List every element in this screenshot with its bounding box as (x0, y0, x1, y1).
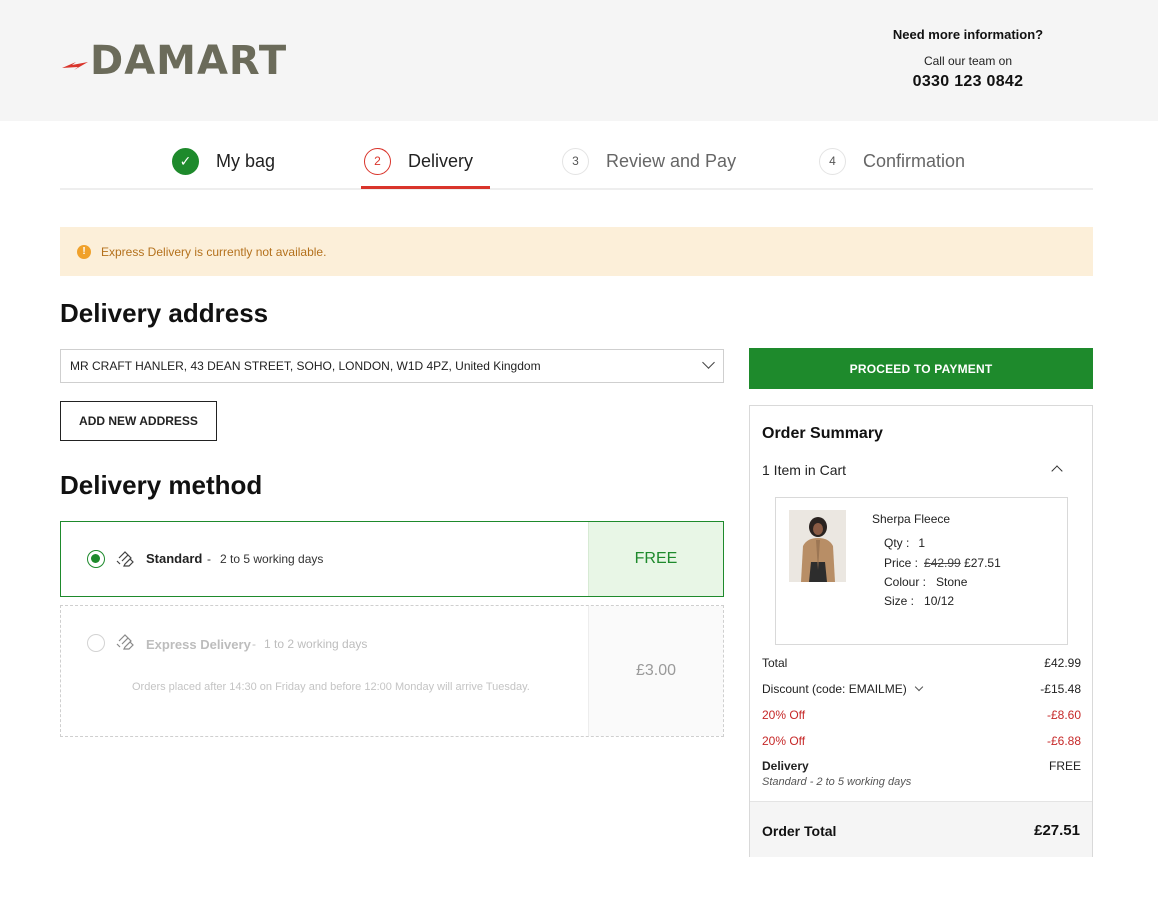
order-summary-title: Order Summary (762, 425, 883, 442)
promo-label: 20% Off (762, 734, 806, 748)
step-number: 2 (364, 147, 391, 175)
order-total-label: Order Total (762, 823, 837, 839)
step-label: Delivery (408, 150, 474, 171)
site-header: DAMART Need more information? Call our t… (0, 0, 1158, 121)
order-total: Order Total £27.51 (750, 801, 1092, 857)
check-icon: ✓ (172, 147, 199, 175)
step-label: Review and Pay (606, 150, 737, 171)
order-summary: Order Summary 1 Item in Cart Sherpa Flee… (749, 405, 1093, 857)
step-review-and-pay: 3 Review and Pay (562, 146, 736, 176)
promo-line: 20% Off -£8.60 (762, 708, 1081, 722)
delivery-address-heading: Delivery address (60, 298, 269, 328)
promo-value: -£8.60 (1046, 708, 1081, 722)
total-line: Total £42.99 (762, 656, 1081, 670)
cart-count: 1 Item in Cart (762, 462, 847, 478)
size-label: Size : (884, 594, 915, 608)
product-image (789, 510, 846, 582)
delivery-value: FREE (1048, 759, 1081, 773)
delivery-label: Delivery (762, 759, 809, 773)
item-name: Sherpa Fleece (872, 512, 951, 526)
item-price: Price : £42.99 £27.51 (884, 556, 1001, 570)
help-phone[interactable]: 0330 123 0842 (880, 73, 1056, 91)
colour-label: Colour : (884, 575, 927, 589)
help-block: Need more information? Call our team on … (880, 27, 1056, 91)
chevron-down-icon (702, 356, 715, 369)
step-confirmation: 4 Confirmation (819, 146, 965, 176)
option-name: Standard (146, 551, 203, 566)
alert-text: Express Delivery is currently not availa… (101, 244, 327, 259)
price-old: £42.99 (924, 556, 961, 570)
total-value: £42.99 (1044, 656, 1081, 670)
delivery-option-express[interactable]: Express Delivery - 1 to 2 working days O… (60, 605, 724, 737)
help-title: Need more information? (892, 27, 1044, 42)
delivery-line: Delivery FREE (762, 759, 1081, 773)
step-number: 4 (819, 147, 846, 175)
active-step-indicator (361, 186, 490, 189)
express-radio[interactable] (87, 634, 105, 652)
item-colour: Colour : Stone (884, 575, 967, 589)
brand-name: DAMART (90, 38, 288, 84)
total-label: Total (762, 656, 788, 670)
option-note: Orders placed after 14:30 on Friday and … (132, 681, 530, 693)
option-price: FREE (588, 522, 723, 596)
step-label: Confirmation (863, 150, 966, 171)
discount-line[interactable]: Discount (code: EMAILME) -£15.48 (762, 682, 1081, 696)
option-separator: - (252, 637, 256, 651)
help-subtitle: Call our team on (923, 54, 1013, 68)
logo-swoosh-icon (62, 62, 88, 70)
price-label: Price : (884, 556, 919, 570)
step-my-bag[interactable]: ✓ My bag (172, 146, 275, 176)
promo-line: 20% Off -£6.88 (762, 734, 1081, 748)
qty-value: 1 (918, 536, 926, 550)
item-size: Size : 10/12 (884, 594, 954, 608)
promo-value: -£6.88 (1046, 734, 1081, 748)
option-price: £3.00 (588, 606, 723, 736)
qty-label: Qty : (884, 536, 910, 550)
order-total-value: £27.51 (1034, 822, 1080, 839)
discount-label: Discount (code: EMAILME) (762, 682, 907, 696)
option-days: 1 to 2 working days (264, 637, 368, 651)
checkout-steps: ✓ My bag 2 Delivery 3 Review and Pay 4 C… (60, 132, 1093, 190)
selected-address: MR CRAFT HANLER, 43 DEAN STREET, SOHO, L… (70, 359, 541, 373)
size-value: 10/12 (924, 594, 955, 608)
discount-value: -£15.48 (1040, 682, 1081, 696)
colour-value: Stone (936, 575, 968, 589)
chevron-up-icon[interactable] (1051, 465, 1063, 477)
delivery-method-heading: Delivery method (60, 470, 263, 500)
step-number: 3 (562, 147, 589, 175)
express-unavailable-alert: ! Express Delivery is currently not avai… (60, 227, 1093, 276)
delivery-method-summary: Standard - 2 to 5 working days (762, 776, 912, 788)
info-icon: ! (77, 244, 91, 259)
cart-item: Sherpa Fleece Qty : 1 Price : £42.99 £27.5… (775, 497, 1068, 645)
standard-radio[interactable] (87, 550, 105, 568)
price-new: £27.51 (964, 556, 1001, 570)
option-separator: - (207, 552, 211, 566)
promo-label: 20% Off (762, 708, 806, 722)
chevron-down-icon[interactable] (914, 682, 923, 692)
step-label: My bag (216, 150, 276, 171)
hand-delivery-icon (116, 551, 134, 567)
delivery-option-standard[interactable]: Standard - 2 to 5 working days FREE (60, 521, 724, 597)
damart-logo[interactable]: DAMART (60, 38, 287, 84)
proceed-to-payment-button[interactable]: PROCEED TO PAYMENT (749, 348, 1093, 389)
option-name: Express Delivery (146, 637, 251, 652)
item-qty: Qty : 1 (884, 536, 925, 550)
hand-delivery-icon (116, 634, 134, 650)
step-delivery: 2 Delivery (364, 146, 473, 176)
option-days: 2 to 5 working days (220, 552, 324, 566)
add-new-address-button[interactable]: ADD NEW ADDRESS (60, 401, 217, 441)
address-select[interactable]: MR CRAFT HANLER, 43 DEAN STREET, SOHO, L… (60, 349, 724, 383)
